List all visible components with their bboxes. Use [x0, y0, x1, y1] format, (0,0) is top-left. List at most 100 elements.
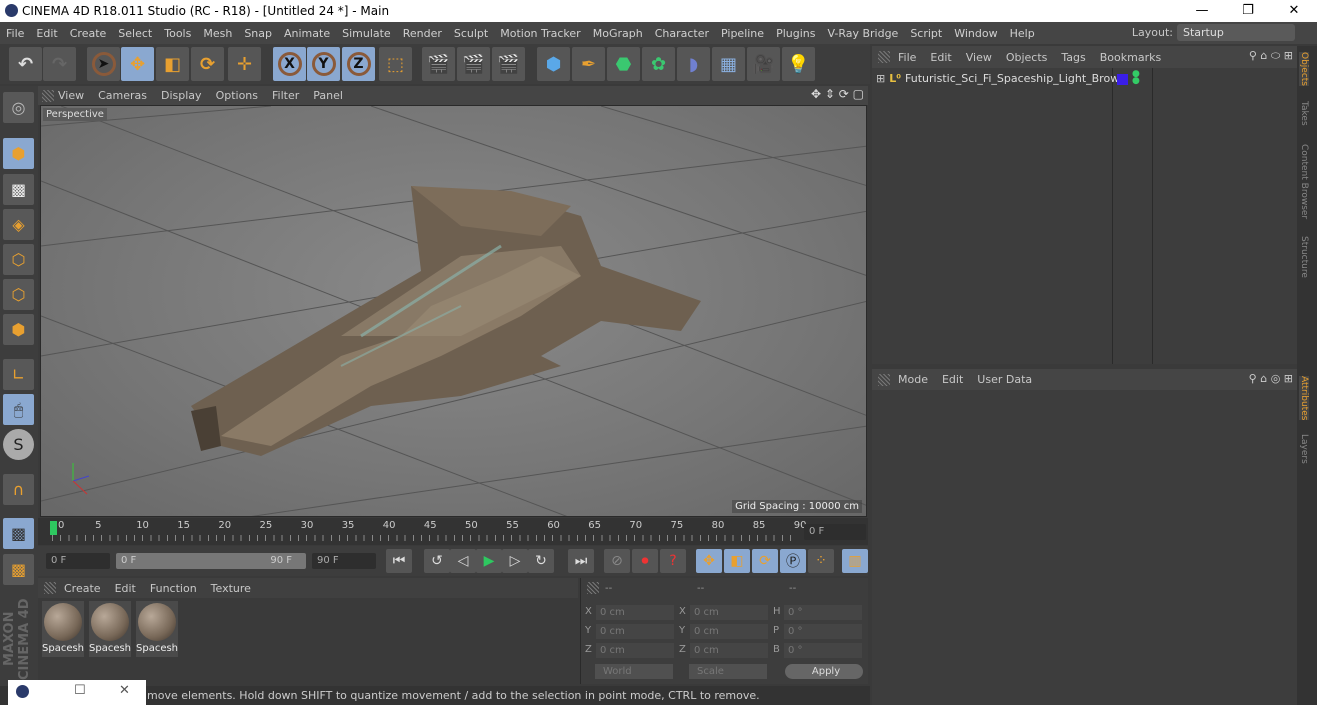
tab-attributes[interactable]: Attributes: [1299, 376, 1309, 421]
playhead[interactable]: [50, 521, 57, 535]
keyframe-selection-button[interactable]: ?: [660, 549, 686, 573]
object-menu-bookmarks[interactable]: Bookmarks: [1100, 51, 1161, 64]
object-menu-edit[interactable]: Edit: [930, 51, 951, 64]
menu-character[interactable]: Character: [649, 27, 715, 40]
expand-icon[interactable]: ⊞: [876, 72, 885, 85]
render-view-button[interactable]: 🎬: [422, 47, 455, 81]
object-menu-objects[interactable]: Objects: [1006, 51, 1048, 64]
attribute-menu-mode[interactable]: Mode: [898, 373, 928, 386]
z-axis-button[interactable]: Z: [342, 47, 375, 81]
material-swatch[interactable]: Spacesh: [89, 601, 131, 657]
perspective-viewport[interactable]: Perspective Grid Spacing : 10000 cm: [40, 105, 867, 517]
menu-render[interactable]: Render: [397, 27, 448, 40]
viewport-menu-view[interactable]: View: [58, 89, 84, 102]
viewport-menu-display[interactable]: Display: [161, 89, 202, 102]
coord-a-field[interactable]: 0 cm: [596, 605, 674, 620]
coord-mode-dropdown[interactable]: World: [595, 664, 673, 679]
timeline-ruler[interactable]: 0 5 10 15 20 25 30 35 40 45 50 55 60 65 70 75 80 85 90 0 F: [38, 518, 868, 545]
frame-range-slider[interactable]: 0 F 90 F: [116, 553, 306, 569]
menu-edit[interactable]: Edit: [30, 27, 63, 40]
tab-content-browser[interactable]: Content Browser: [1299, 144, 1309, 219]
attribute-menu-edit[interactable]: Edit: [942, 373, 963, 386]
snap-button[interactable]: S: [3, 429, 34, 460]
rotate-tool-button[interactable]: ⟳: [191, 47, 224, 81]
workplane-button[interactable]: ◈: [3, 209, 34, 240]
magnet-button[interactable]: ∩: [3, 474, 34, 505]
menu-mograph[interactable]: MoGraph: [587, 27, 649, 40]
tab-structure[interactable]: Structure: [1299, 236, 1309, 278]
autokey-button[interactable]: ⏺: [632, 549, 658, 573]
floor-button[interactable]: ▦: [712, 47, 745, 81]
menu-help[interactable]: Help: [1004, 27, 1041, 40]
restore-button[interactable]: ❐: [1225, 0, 1271, 22]
maximize-icon[interactable]: ☐: [74, 683, 86, 698]
material-menu-texture[interactable]: Texture: [211, 582, 251, 595]
cube-object-button[interactable]: ⬢: [537, 47, 570, 81]
menu-select[interactable]: Select: [112, 27, 158, 40]
play-button[interactable]: ▶: [476, 549, 502, 573]
viewport-menu-panel[interactable]: Panel: [313, 89, 343, 102]
light-button[interactable]: 💡: [782, 47, 815, 81]
record-keys-button[interactable]: ⊘: [604, 549, 630, 573]
menu-motion-tracker[interactable]: Motion Tracker: [494, 27, 586, 40]
tab-objects[interactable]: Objects: [1299, 52, 1309, 87]
menu-mesh[interactable]: Mesh: [197, 27, 238, 40]
render-picture-viewer-button[interactable]: 🎬: [457, 47, 490, 81]
menu-tools[interactable]: Tools: [158, 27, 197, 40]
go-to-end-button[interactable]: ⏭: [568, 549, 594, 573]
coord-c-field[interactable]: 0 °: [784, 624, 862, 639]
deformer-button[interactable]: ◗: [677, 47, 710, 81]
move-tool-button[interactable]: ✥: [121, 47, 154, 81]
close-icon[interactable]: ✕: [119, 683, 130, 698]
material-menu-create[interactable]: Create: [64, 582, 101, 595]
key-position-button[interactable]: ✥: [696, 549, 722, 573]
layout-dropdown[interactable]: Startup: [1177, 24, 1295, 41]
menu-script[interactable]: Script: [904, 27, 948, 40]
model-mode-button[interactable]: ⬢: [3, 138, 34, 169]
camera-button[interactable]: 🎥: [747, 47, 780, 81]
planar-workplane-button[interactable]: ▩: [3, 554, 34, 585]
minimize-button[interactable]: —: [1179, 0, 1225, 22]
viewport-nav-icons[interactable]: ✥ ⇕ ⟳ ▢: [811, 87, 864, 101]
coord-a-field[interactable]: 0 cm: [596, 643, 674, 658]
redo-button[interactable]: ↷: [43, 47, 76, 81]
menu-snap[interactable]: Snap: [238, 27, 278, 40]
pen-spline-button[interactable]: ✒: [572, 47, 605, 81]
menu-create[interactable]: Create: [64, 27, 113, 40]
menu-pipeline[interactable]: Pipeline: [715, 27, 770, 40]
y-axis-button[interactable]: Y: [307, 47, 340, 81]
menu-sculpt[interactable]: Sculpt: [448, 27, 494, 40]
object-menu-view[interactable]: View: [966, 51, 992, 64]
menu-simulate[interactable]: Simulate: [336, 27, 397, 40]
previous-key-button[interactable]: ↺: [424, 549, 450, 573]
coord-c-field[interactable]: 0 °: [784, 643, 862, 658]
tab-layers[interactable]: Layers: [1299, 434, 1309, 464]
material-menu-function[interactable]: Function: [150, 582, 197, 595]
make-editable-button[interactable]: ◎: [3, 92, 34, 123]
tab-takes[interactable]: Takes: [1299, 101, 1309, 126]
previous-frame-button[interactable]: ◁: [450, 549, 476, 573]
menu-window[interactable]: Window: [948, 27, 1003, 40]
key-parameter-button[interactable]: Ⓟ: [780, 549, 806, 573]
edges-mode-button[interactable]: ⬡: [3, 279, 34, 310]
material-swatch[interactable]: Spacesh: [42, 601, 84, 657]
material-swatch[interactable]: Spacesh: [136, 601, 178, 657]
visibility-dots[interactable]: ● ●: [1132, 70, 1140, 86]
tweak-mode-button[interactable]: 🖱: [3, 394, 34, 425]
undo-button[interactable]: ↶: [9, 47, 42, 81]
attribute-manager-icons[interactable]: ⚲ ⌂ ◎ ⊞: [1249, 372, 1293, 385]
coord-a-field[interactable]: 0 cm: [596, 624, 674, 639]
start-frame-field[interactable]: 0 F: [46, 553, 110, 569]
viewport-menu-options[interactable]: Options: [216, 89, 258, 102]
key-pla-button[interactable]: ⁘: [808, 549, 834, 573]
object-row[interactable]: ⊞ L⁰ Futuristic_Sci_Fi_Spaceship_Light_B…: [876, 72, 1126, 85]
viewport-menu-cameras[interactable]: Cameras: [98, 89, 147, 102]
coord-type-dropdown[interactable]: Scale: [689, 664, 767, 679]
lock-workplane-button[interactable]: ▩: [3, 518, 34, 549]
next-frame-button[interactable]: ▷: [502, 549, 528, 573]
current-frame-field[interactable]: 0 F: [804, 524, 866, 540]
cloner-button[interactable]: ✿: [642, 47, 675, 81]
x-axis-button[interactable]: X: [273, 47, 306, 81]
menu-plugins[interactable]: Plugins: [770, 27, 821, 40]
timeline-window-button[interactable]: ▥: [842, 549, 868, 573]
